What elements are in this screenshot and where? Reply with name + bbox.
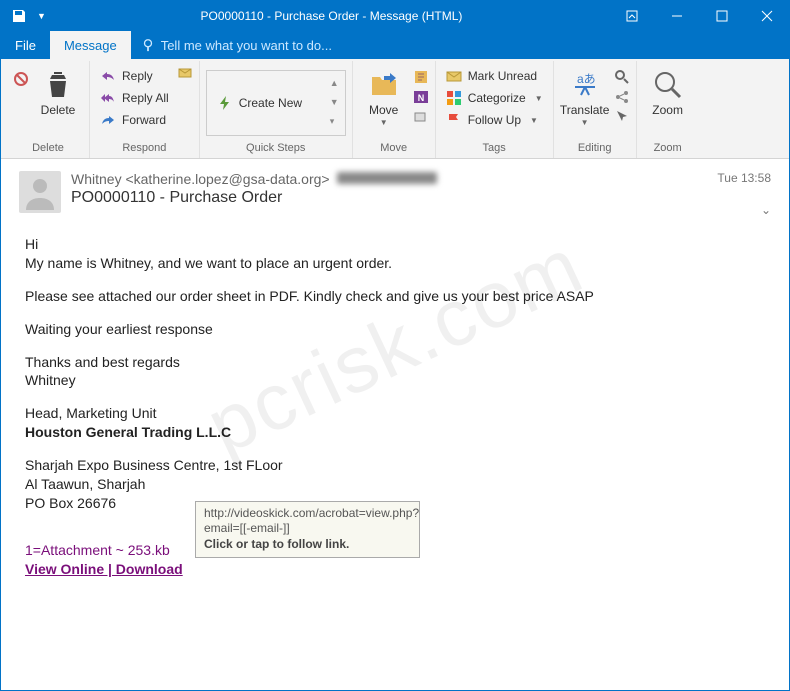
categorize-button[interactable]: Categorize▼ xyxy=(442,87,547,109)
recipient-redacted xyxy=(337,172,437,184)
delete-icon xyxy=(42,69,74,101)
svg-text:N: N xyxy=(417,93,424,103)
actions-icon[interactable] xyxy=(413,109,429,125)
reply-icon xyxy=(100,68,116,84)
select-icon[interactable] xyxy=(614,109,630,125)
reply-all-icon xyxy=(100,90,116,106)
translate-button[interactable]: aあ Translate ▼ xyxy=(560,65,610,131)
quickstep-more-icon[interactable]: ▾ xyxy=(330,116,339,127)
move-button[interactable]: Move ▼ xyxy=(359,65,409,131)
expand-header-icon[interactable]: ⌄ xyxy=(761,203,771,217)
body-line: Sharjah Expo Business Centre, 1st FLoor xyxy=(25,456,765,475)
outlook-message-window: ▼ PO0000110 - Purchase Order - Message (… xyxy=(0,0,790,691)
translate-icon: aあ xyxy=(569,69,601,101)
zoom-button[interactable]: Zoom xyxy=(643,65,693,121)
move-folder-icon xyxy=(368,69,400,101)
more-respond-icon[interactable] xyxy=(177,65,193,81)
tooltip-url: http://videoskick.com/acrobat=view.php?e… xyxy=(204,506,411,537)
quickstep-up-icon[interactable]: ▲ xyxy=(330,78,339,88)
body-line: Please see attached our order sheet in P… xyxy=(25,287,765,306)
mark-unread-button[interactable]: Mark Unread xyxy=(442,65,547,87)
group-label-editing: Editing xyxy=(560,140,630,158)
junk-icon[interactable] xyxy=(13,71,29,87)
body-line: Whitney xyxy=(25,371,765,390)
related-icon[interactable] xyxy=(614,89,630,105)
avatar-icon xyxy=(19,171,61,213)
create-new-quickstep[interactable]: Create New xyxy=(213,75,306,131)
forward-button[interactable]: Forward xyxy=(96,109,173,131)
body-line: Al Taawun, Sharjah xyxy=(25,475,765,494)
minimize-button[interactable] xyxy=(654,1,699,31)
message-subject: PO0000110 - Purchase Order xyxy=(71,189,707,207)
quick-access-dropdown-icon[interactable]: ▼ xyxy=(37,11,46,21)
message-time: Tue 13:58 xyxy=(717,171,771,185)
categorize-icon xyxy=(446,90,462,106)
body-line: My name is Whitney, and we want to place… xyxy=(25,254,765,273)
body-company: Houston General Trading L.L.C xyxy=(25,423,765,442)
reply-all-button[interactable]: Reply All xyxy=(96,87,173,109)
ribbon-options-icon[interactable] xyxy=(609,1,654,31)
body-line: Waiting your earliest response xyxy=(25,320,765,339)
tooltip-hint: Click or tap to follow link. xyxy=(204,537,411,553)
close-button[interactable] xyxy=(744,1,789,31)
body-line: Thanks and best regards xyxy=(25,353,765,372)
envelope-icon xyxy=(446,68,462,84)
save-icon[interactable] xyxy=(11,8,27,24)
menu-bar: File Message Tell me what you want to do… xyxy=(1,31,789,59)
group-label-quicksteps: Quick Steps xyxy=(206,140,346,158)
group-label-respond: Respond xyxy=(96,140,193,158)
link-tooltip: http://videoskick.com/acrobat=view.php?e… xyxy=(195,501,420,558)
reply-button[interactable]: Reply xyxy=(96,65,173,87)
group-label-move: Move xyxy=(359,140,429,158)
body-line: Head, Marketing Unit xyxy=(25,404,765,423)
group-label-delete: Delete xyxy=(13,140,83,158)
group-label-tags: Tags xyxy=(442,140,547,158)
follow-up-button[interactable]: Follow Up▼ xyxy=(442,109,547,131)
lightning-icon xyxy=(217,95,233,111)
delete-button[interactable]: Delete xyxy=(33,65,83,121)
message-header: Whitney <katherine.lopez@gsa-data.org> P… xyxy=(1,159,789,225)
body-line: Hi xyxy=(25,235,765,254)
quickstep-down-icon[interactable]: ▼ xyxy=(330,97,339,107)
chevron-down-icon: ▼ xyxy=(380,118,388,127)
forward-icon xyxy=(100,112,116,128)
chevron-down-icon: ▼ xyxy=(581,118,589,127)
maximize-button[interactable] xyxy=(699,1,744,31)
find-icon[interactable] xyxy=(614,69,630,85)
svg-text:aあ: aあ xyxy=(577,72,596,86)
title-bar: ▼ PO0000110 - Purchase Order - Message (… xyxy=(1,1,789,31)
sender-name: Whitney <katherine.lopez@gsa-data.org> xyxy=(71,171,330,187)
tab-message[interactable]: Message xyxy=(50,31,131,59)
message-body: Hi My name is Whitney, and we want to pl… xyxy=(1,225,789,599)
flag-icon xyxy=(446,112,462,128)
message-content: Whitney <katherine.lopez@gsa-data.org> P… xyxy=(1,159,789,690)
group-label-zoom: Zoom xyxy=(643,140,693,158)
attachment-info: 1=Attachment ~ 253.kb xyxy=(25,542,170,558)
ribbon: Delete Delete Reply Reply All Forward Re… xyxy=(1,59,789,159)
onenote-icon[interactable]: N xyxy=(413,89,429,105)
zoom-icon xyxy=(652,69,684,101)
rules-icon[interactable] xyxy=(413,69,429,85)
tab-file[interactable]: File xyxy=(1,31,50,59)
attachment-link[interactable]: View Online | Download xyxy=(25,561,183,577)
tell-me-search[interactable]: Tell me what you want to do... xyxy=(131,31,342,59)
window-title: PO0000110 - Purchase Order - Message (HT… xyxy=(54,9,609,23)
